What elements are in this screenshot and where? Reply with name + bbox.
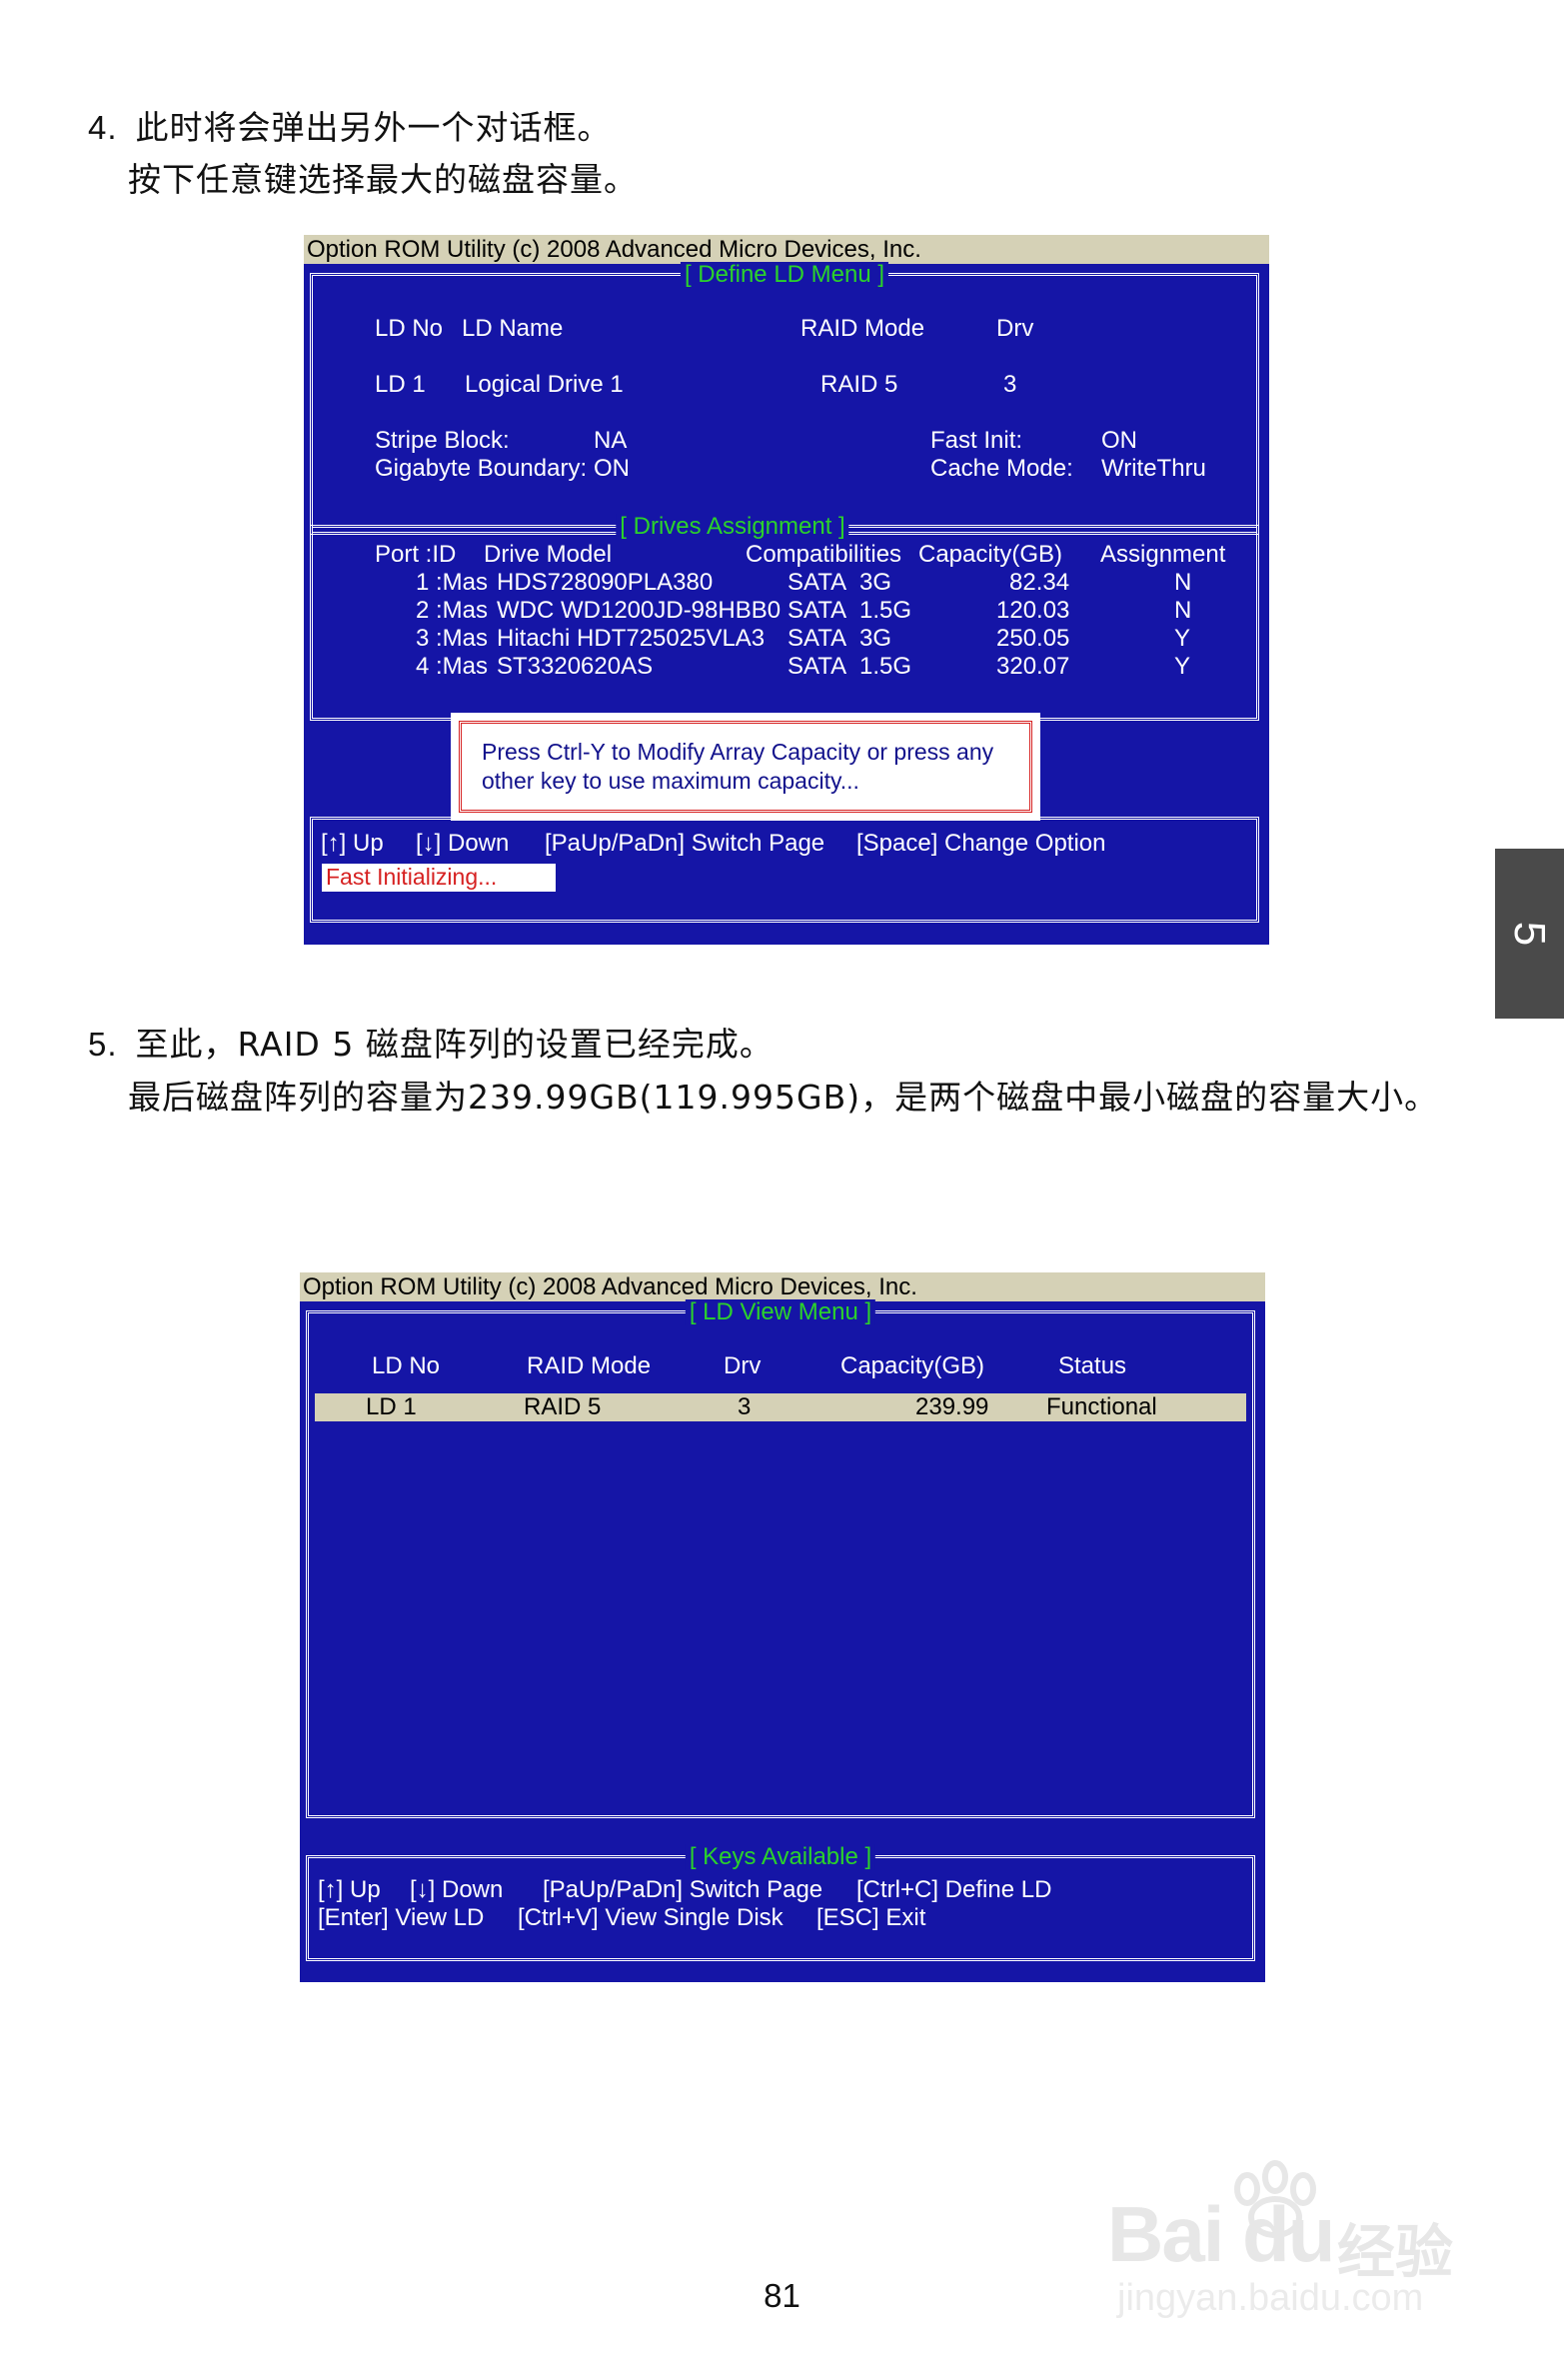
chapter-tab: 5: [1495, 849, 1564, 1019]
keys-panel: [↑] Up [↓] Down [PaUp/PaDn] Switch Page …: [310, 817, 1259, 923]
gigabyte-boundary-label: Gigabyte Boundary:: [375, 455, 588, 482]
capacity-prompt-box: Press Ctrl-Y to Modify Array Capacity or…: [459, 721, 1032, 813]
drive-assignment: N: [1174, 597, 1192, 624]
drive-speed: 1.5G: [859, 597, 912, 624]
header-port-id: Port :ID: [375, 541, 457, 568]
drive-capacity: 320.07: [996, 653, 1070, 680]
ld-row-drv: 3: [738, 1393, 752, 1420]
key-exit: [ESC] Exit: [816, 1904, 926, 1931]
key-down: [↓] Down: [410, 1876, 504, 1903]
step-4-number: 4.: [88, 109, 118, 146]
watermark-logo-text: Bai du: [1107, 2190, 1335, 2278]
drive-port: 4 :Mas: [416, 653, 489, 680]
step-4-line-1: 4. 此时将会弹出另外一个对话框。: [88, 103, 612, 153]
header-capacity: Capacity(GB): [840, 1352, 985, 1379]
key-view-single-disk: [Ctrl+V] View Single Disk: [518, 1904, 783, 1931]
ld-row-raid-mode: RAID 5: [524, 1393, 602, 1420]
baidu-jingyan-watermark: Bai du 经验 jingyan.baidu.com: [1107, 2159, 1487, 2329]
fast-initializing-status: Fast Initializing...: [322, 864, 556, 892]
bios-screen-ld-view: Option ROM Utility (c) 2008 Advanced Mic…: [300, 1272, 1265, 1982]
drive-sata: SATA: [787, 569, 847, 596]
header-ld-no: LD No: [372, 1352, 441, 1379]
drive-model: Hitachi HDT725025VLA3: [497, 625, 766, 652]
step-4-line-2: 按下任意键选择最大的磁盘容量。: [128, 160, 638, 199]
drive-assignment: Y: [1174, 653, 1191, 680]
drive-model: ST3320620AS: [497, 653, 654, 680]
ld-row-raid-mode[interactable]: RAID 5: [820, 371, 897, 399]
drive-assignment: Y: [1174, 625, 1191, 652]
key-switch-page: [PaUp/PaDn] Switch Page: [543, 1876, 823, 1903]
stripe-block-value[interactable]: NA: [594, 427, 627, 455]
header-drv: Drv: [724, 1352, 762, 1379]
cache-mode-label: Cache Mode:: [930, 455, 1073, 482]
stripe-block-label: Stripe Block:: [375, 427, 510, 454]
define-ld-menu-title: [ Define LD Menu ]: [680, 262, 889, 288]
fast-init-label: Fast Init:: [930, 427, 1023, 454]
key-up: [↑] Up: [321, 830, 384, 857]
ld-row-status: Functional: [1046, 1393, 1157, 1420]
drive-port: 1 :Mas: [416, 569, 489, 596]
drive-model: HDS728090PLA380: [497, 569, 714, 596]
header-capacity: Capacity(GB): [918, 541, 1063, 568]
fast-init-value[interactable]: ON: [1101, 427, 1137, 455]
header-drive-model: Drive Model: [484, 541, 613, 568]
drive-sata: SATA: [787, 653, 847, 680]
bios-screen-define-ld: Option ROM Utility (c) 2008 Advanced Mic…: [304, 235, 1269, 945]
drives-assignment-title: [ Drives Assignment ]: [616, 514, 849, 540]
drive-speed: 3G: [859, 625, 892, 652]
ld-view-panel: [ LD View Menu ] LD No RAID Mode Drv Cap…: [306, 1299, 1255, 1818]
key-switch-page: [PaUp/PaDn] Switch Page: [545, 830, 825, 857]
gigabyte-boundary-value[interactable]: ON: [594, 455, 630, 483]
capacity-prompt-line-2: other key to use maximum capacity...: [482, 768, 859, 794]
define-ld-panel: [ Define LD Menu ] LD No LD Name RAID Mo…: [310, 262, 1259, 535]
drive-assignment: N: [1174, 569, 1192, 596]
ld-row-name[interactable]: Logical Drive 1: [465, 371, 624, 399]
drive-sata: SATA: [787, 625, 847, 652]
ld-row-capacity: 239.99: [915, 1393, 989, 1420]
capacity-prompt-dialog[interactable]: Press Ctrl-Y to Modify Array Capacity or…: [451, 713, 1040, 821]
keys-available-title: [ Keys Available ]: [685, 1844, 876, 1870]
step-5-number: 5.: [88, 1026, 118, 1063]
drive-sata: SATA: [787, 597, 847, 624]
drive-speed: 3G: [859, 569, 892, 596]
drive-capacity: 82.34: [1009, 569, 1070, 596]
ld-row-no: LD 1: [366, 1393, 417, 1420]
ld-row-selected[interactable]: LD 1 RAID 5 3 239.99 Functional: [315, 1393, 1246, 1421]
key-change-option: [Space] Change Option: [856, 830, 1106, 857]
drive-model: WDC WD1200JD-98HBB0: [497, 597, 782, 624]
bios-title-bar: Option ROM Utility (c) 2008 Advanced Mic…: [300, 1272, 1265, 1301]
ld-view-menu-title: [ LD View Menu ]: [685, 1299, 876, 1325]
chapter-number: 5: [1505, 921, 1555, 947]
step-5-line-2: 最后磁盘阵列的容量为239.99GB(119.995GB)，是两个磁盘中最小磁盘…: [128, 1078, 1439, 1117]
header-ld-name: LD Name: [462, 315, 564, 342]
header-compatibilities: Compatibilities: [746, 541, 902, 568]
key-define-ld: [Ctrl+C] Define LD: [856, 1876, 1052, 1903]
header-drv: Drv: [996, 315, 1034, 342]
header-status: Status: [1058, 1352, 1127, 1379]
header-raid-mode: RAID Mode: [800, 315, 925, 342]
drive-port: 2 :Mas: [416, 597, 489, 624]
keys-available-panel: [ Keys Available ] [↑] Up [↓] Down [PaUp…: [306, 1844, 1255, 1961]
key-up: [↑] Up: [318, 1876, 381, 1903]
drive-capacity: 250.05: [996, 625, 1070, 652]
drive-speed: 1.5G: [859, 653, 912, 680]
drive-capacity: 120.03: [996, 597, 1070, 624]
header-ld-no: LD No: [375, 315, 444, 342]
key-view-ld: [Enter] View LD: [318, 1904, 485, 1931]
key-down: [↓] Down: [416, 830, 510, 857]
header-raid-mode: RAID Mode: [527, 1352, 652, 1379]
drives-assignment-panel: [ Drives Assignment ] Port :ID Drive Mod…: [310, 514, 1259, 721]
bios-title-bar: Option ROM Utility (c) 2008 Advanced Mic…: [304, 235, 1269, 264]
header-assignment: Assignment: [1100, 541, 1226, 568]
step-5-line-1: 5. 至此，RAID 5 磁盘阵列的设置已经完成。: [88, 1020, 774, 1070]
drive-port: 3 :Mas: [416, 625, 489, 652]
ld-row-drv[interactable]: 3: [1003, 371, 1016, 399]
step-5-text: 至此，RAID 5 磁盘阵列的设置已经完成。: [135, 1025, 774, 1064]
watermark-url: jingyan.baidu.com: [1117, 2277, 1424, 2319]
capacity-prompt-line-1: Press Ctrl-Y to Modify Array Capacity or…: [482, 739, 994, 765]
step-4-text: 此时将会弹出另外一个对话框。: [135, 108, 612, 147]
ld-row-no[interactable]: LD 1: [375, 371, 426, 399]
cache-mode-value[interactable]: WriteThru: [1101, 455, 1206, 483]
